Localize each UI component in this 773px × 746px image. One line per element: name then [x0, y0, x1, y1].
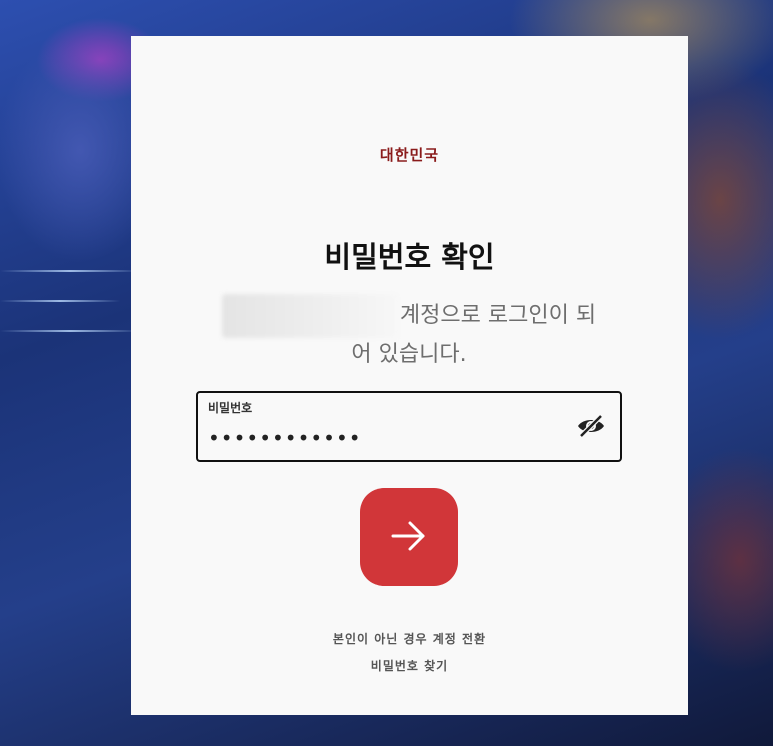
background-streak	[0, 270, 140, 272]
password-label: 비밀번호	[208, 401, 253, 415]
background-streak	[0, 300, 120, 302]
forgot-password-link[interactable]: 비밀번호 찾기	[131, 657, 688, 674]
login-card: 대한민국 비밀번호 확인 계정으로 로그인이 되 어 있습니다. 비밀번호 본인…	[131, 36, 688, 715]
blurred-account-name	[221, 294, 398, 338]
background-streak	[0, 330, 140, 332]
password-input[interactable]	[208, 425, 558, 451]
password-field[interactable]: 비밀번호	[196, 391, 622, 462]
account-message-line2: 어 있습니다.	[351, 342, 467, 367]
eye-slash-icon[interactable]	[576, 413, 606, 439]
page-title: 비밀번호 확인	[324, 240, 495, 274]
account-message: 계정으로 로그인이 되 어 있습니다.	[199, 294, 619, 372]
switch-account-link[interactable]: 본인이 아닌 경우 계정 전환	[131, 630, 688, 647]
account-message-line1: 계정으로 로그인이 되	[399, 303, 597, 328]
submit-button[interactable]	[360, 488, 458, 586]
brand-logo: 대한민국	[379, 146, 440, 164]
arrow-right-icon	[390, 520, 428, 555]
